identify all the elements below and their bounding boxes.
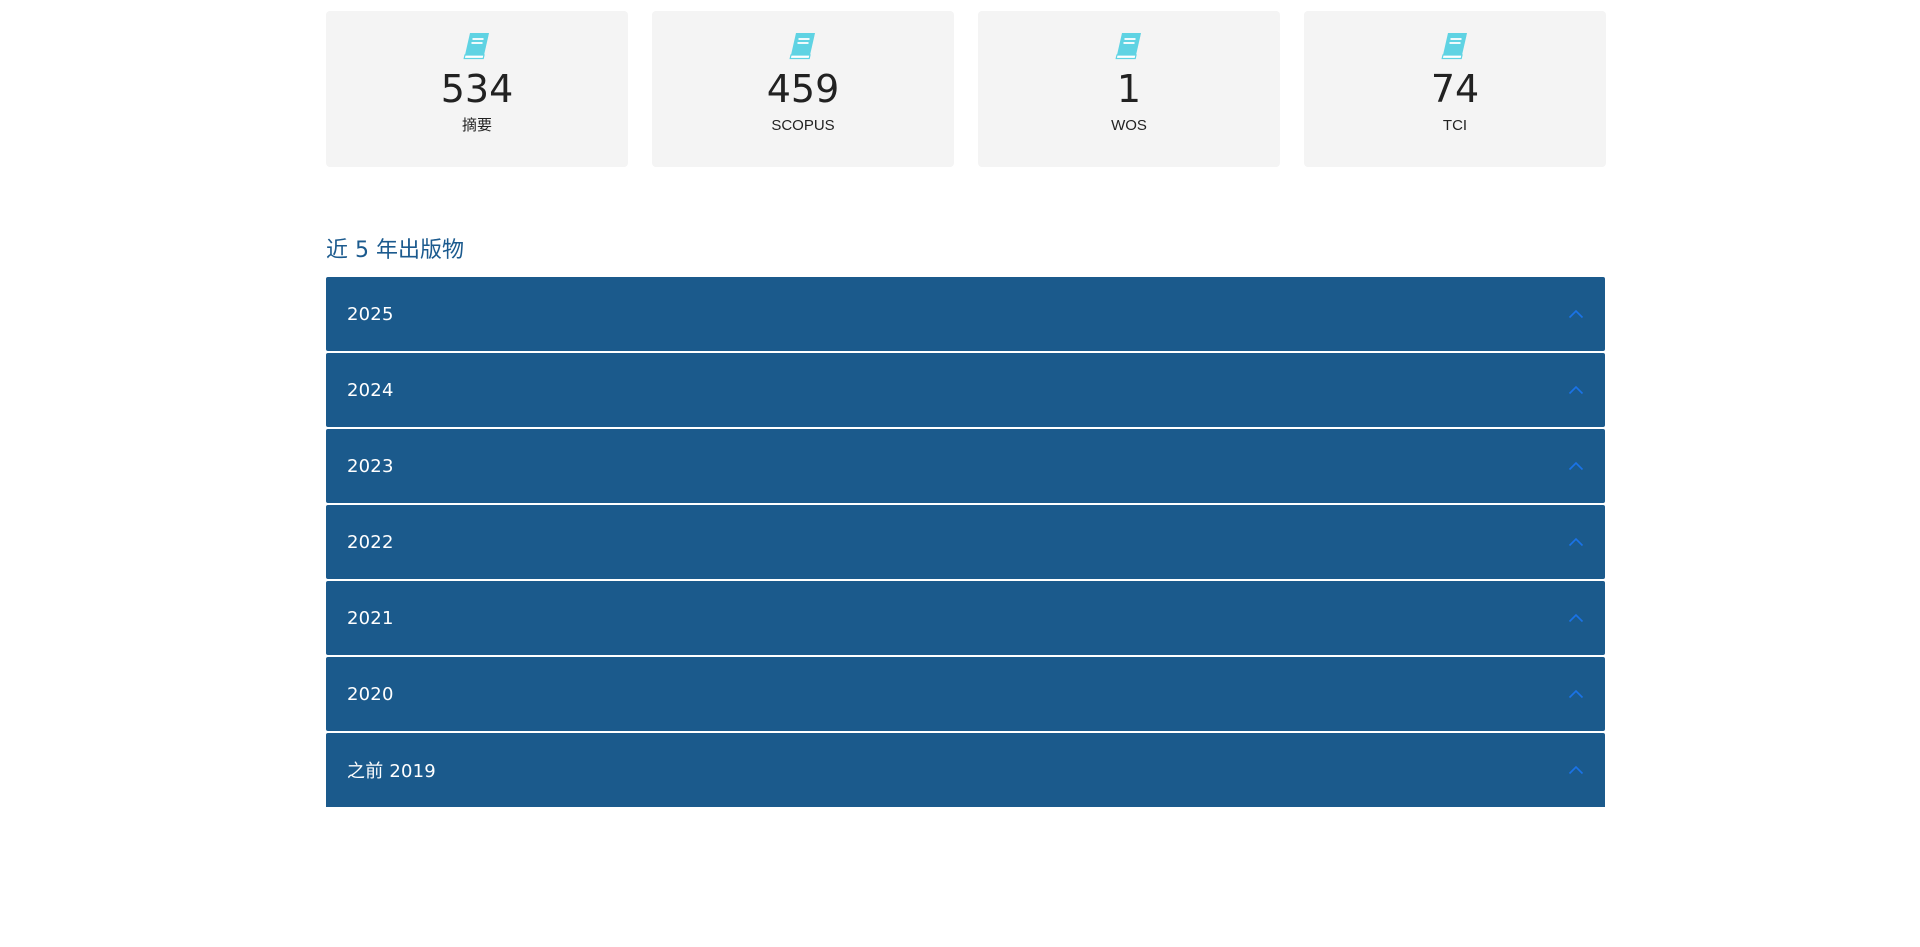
stat-card-scopus: 459 SCOPUS bbox=[652, 11, 954, 167]
accordion-item-2024[interactable]: 2024 bbox=[326, 353, 1605, 427]
accordion-item-2020[interactable]: 2020 bbox=[326, 657, 1605, 731]
accordion-item-label: 2024 bbox=[347, 379, 394, 401]
accordion-item-label: 2022 bbox=[347, 531, 394, 553]
accordion-item-label: 2021 bbox=[347, 607, 394, 629]
accordion-item-2021[interactable]: 2021 bbox=[326, 581, 1605, 655]
accordion-item-2025[interactable]: 2025 bbox=[326, 277, 1605, 351]
accordion-item-label: 2025 bbox=[347, 303, 394, 325]
book-icon bbox=[463, 33, 489, 60]
chevron-up-icon[interactable] bbox=[1568, 537, 1584, 547]
chevron-up-icon[interactable] bbox=[1568, 461, 1584, 471]
stats-row: 534 摘要 459 SCOPUS 1 WOS 74 TCI bbox=[326, 11, 1606, 167]
publications-accordion: 2025 2024 2023 2022 2021 2020 之前 2019 bbox=[326, 277, 1605, 807]
stat-value: 1 bbox=[1116, 67, 1142, 111]
stat-value: 459 bbox=[766, 67, 840, 111]
accordion-item-2023[interactable]: 2023 bbox=[326, 429, 1605, 503]
chevron-up-icon[interactable] bbox=[1568, 385, 1584, 395]
accordion-item-2022[interactable]: 2022 bbox=[326, 505, 1605, 579]
section-title: 近 5 年出版物 bbox=[326, 238, 464, 263]
stat-card-tci: 74 TCI bbox=[1304, 11, 1606, 167]
accordion-item-before-2019[interactable]: 之前 2019 bbox=[326, 733, 1605, 807]
page: 534 摘要 459 SCOPUS 1 WOS 74 TCI 近 5 年出版物 … bbox=[0, 0, 1920, 947]
stat-label: SCOPUS bbox=[771, 117, 835, 134]
chevron-up-icon[interactable] bbox=[1568, 689, 1584, 699]
stat-label: WOS bbox=[1111, 117, 1147, 134]
accordion-item-label: 2023 bbox=[347, 455, 394, 477]
chevron-up-icon[interactable] bbox=[1568, 765, 1584, 775]
chevron-up-icon[interactable] bbox=[1568, 309, 1584, 319]
stat-value: 74 bbox=[1430, 67, 1480, 111]
accordion-item-label: 之前 2019 bbox=[347, 761, 436, 782]
stat-card-wos: 1 WOS bbox=[978, 11, 1280, 167]
accordion-item-label: 2020 bbox=[347, 683, 394, 705]
book-icon bbox=[1441, 33, 1467, 60]
stat-label: 摘要 bbox=[461, 117, 492, 134]
book-icon bbox=[1115, 33, 1141, 60]
stat-card-abstract: 534 摘要 bbox=[326, 11, 628, 167]
stat-label: TCI bbox=[1442, 117, 1468, 134]
stat-value: 534 bbox=[440, 67, 514, 111]
book-icon bbox=[789, 33, 815, 60]
chevron-up-icon[interactable] bbox=[1568, 613, 1584, 623]
